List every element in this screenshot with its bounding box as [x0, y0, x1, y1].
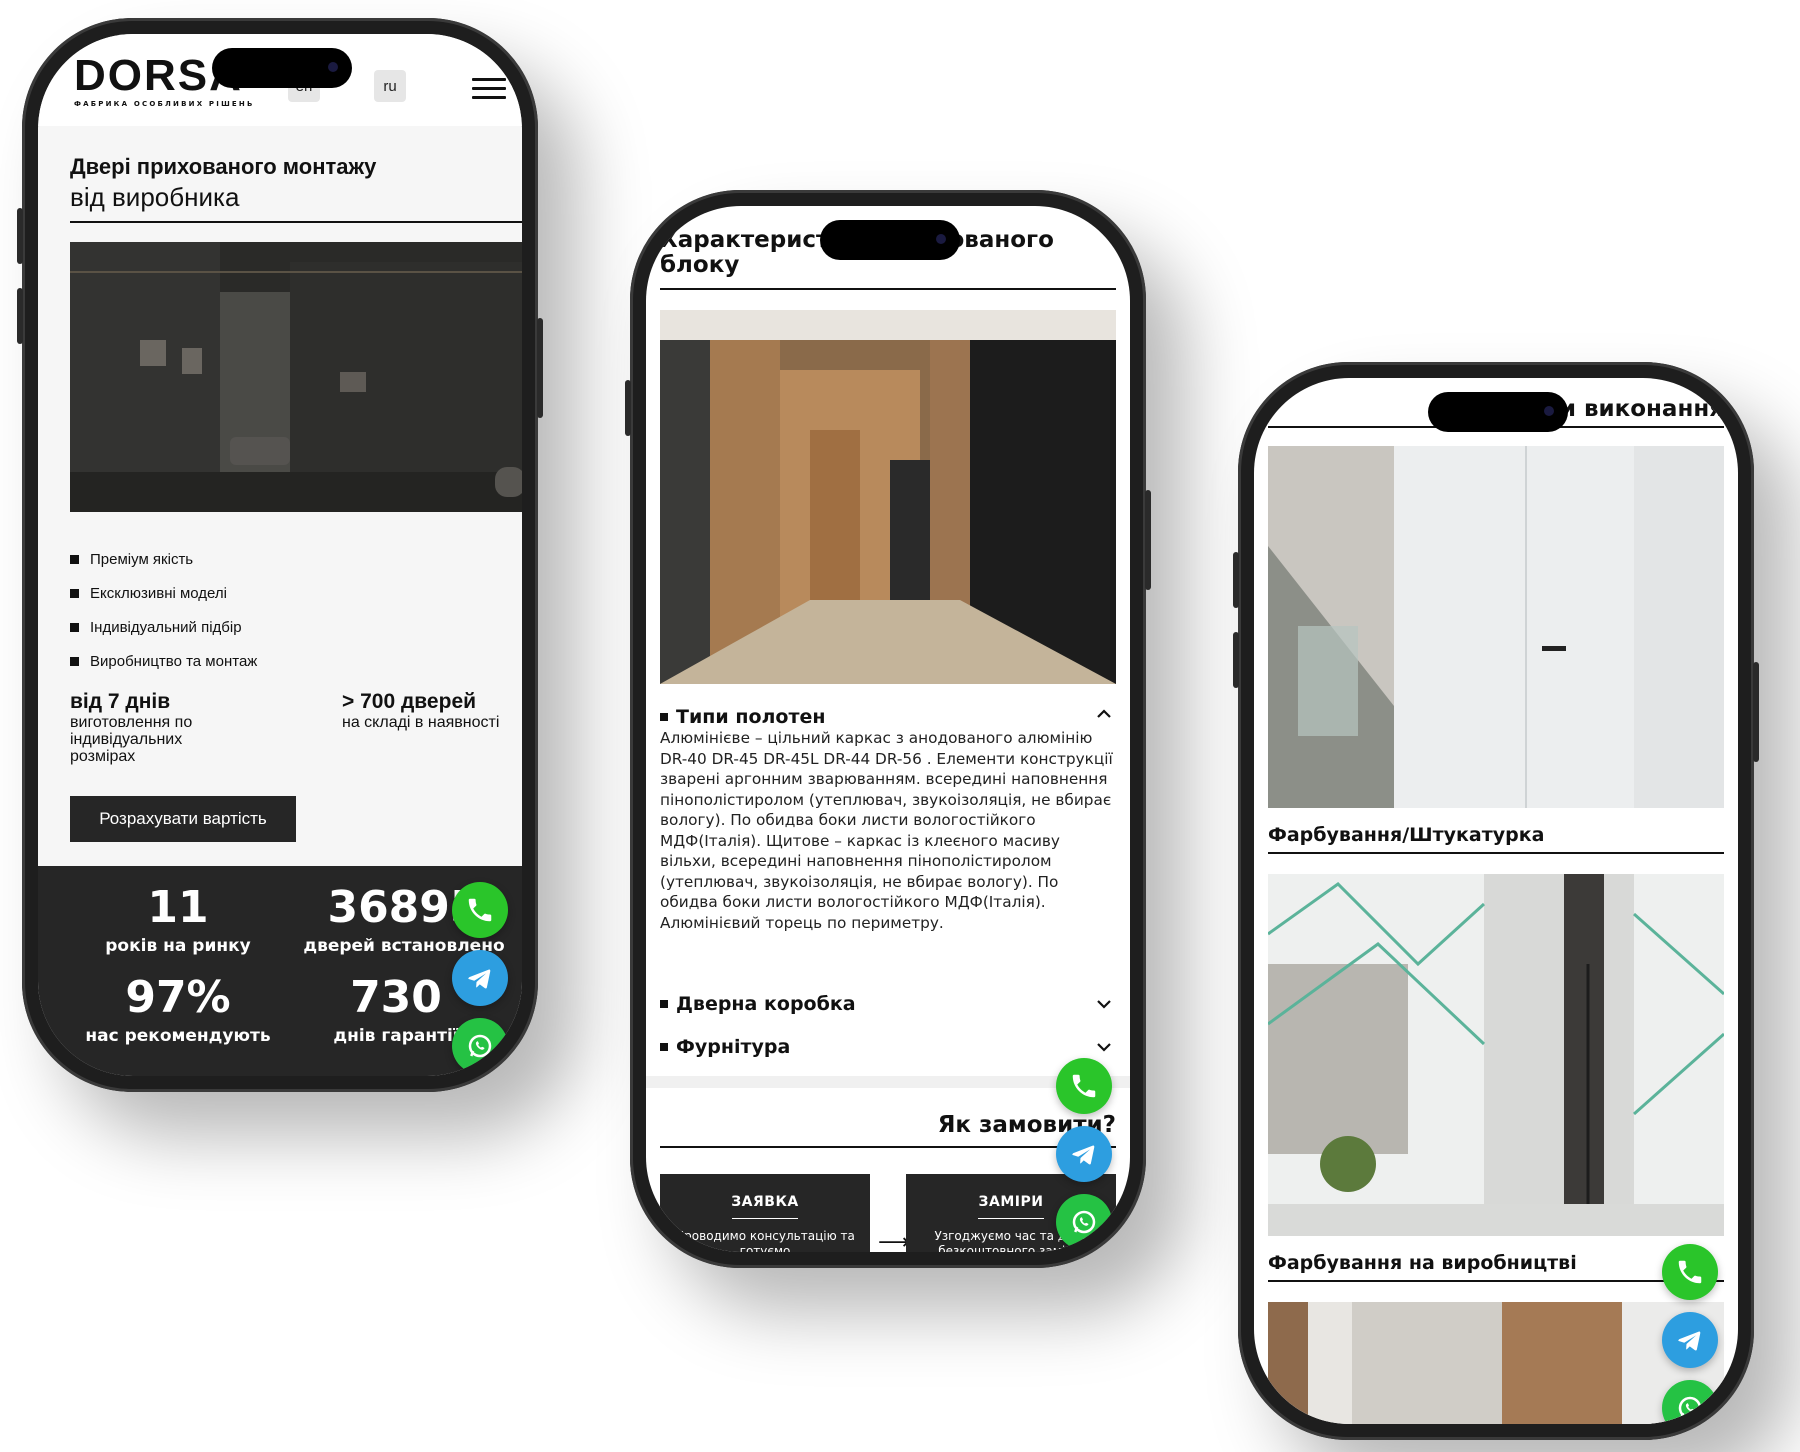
divider	[660, 1146, 1116, 1148]
stat-number: 97%	[125, 972, 231, 1023]
call-button[interactable]	[1662, 1244, 1718, 1300]
divider	[1268, 1280, 1724, 1282]
whatsapp-button[interactable]	[1056, 1194, 1112, 1250]
chevron-down-icon[interactable]	[1096, 996, 1112, 1012]
phone-icon	[468, 898, 492, 922]
hero-subtitle: від виробника	[70, 182, 240, 212]
side-button	[537, 318, 543, 418]
stat-number: 11	[147, 882, 209, 933]
accordion-door-frame-header[interactable]: Дверна коробка	[660, 993, 856, 1015]
telegram-icon	[1072, 1145, 1095, 1165]
call-button[interactable]	[452, 882, 508, 938]
feature-value: > 700 дверей	[342, 690, 477, 713]
side-button	[1233, 552, 1239, 608]
benefit-item: Ексклюзивні моделі	[70, 576, 257, 610]
benefit-item: Індивідуальний підбір	[70, 610, 257, 644]
call-button[interactable]	[1056, 1058, 1112, 1114]
whatsapp-icon	[1072, 1210, 1096, 1234]
accordion-types-content: Алюмінієве – цільний каркас з анодованог…	[660, 729, 1113, 932]
variant-caption: Фарбування/Штукатурка	[1268, 824, 1545, 846]
phone-mockup-left: DORSA ФАБРИКА ОСОБЛИВИХ РІШЕНЬ en ru Две…	[17, 18, 543, 1092]
divider	[70, 221, 522, 223]
telegram-icon	[468, 969, 491, 989]
side-button	[625, 380, 631, 436]
telegram-icon	[1678, 1331, 1701, 1351]
variant-caption: Фарбування на виробництві	[1268, 1252, 1577, 1274]
phone-icon	[1678, 1260, 1702, 1284]
chevron-down-icon[interactable]	[1096, 1039, 1112, 1055]
side-button	[1753, 662, 1759, 762]
calculate-cost-button[interactable]: Розрахувати вартість	[70, 796, 296, 842]
side-button	[17, 208, 23, 264]
telegram-button[interactable]	[1662, 1312, 1718, 1368]
step-request: ЗАЯВКА Проводимо консультацію та готуємо	[660, 1174, 870, 1252]
whatsapp-icon	[1678, 1396, 1702, 1420]
whatsapp-icon	[468, 1034, 492, 1058]
whatsapp-button[interactable]	[452, 1018, 508, 1074]
hero-title: Двері прихованого монтажу	[70, 154, 377, 179]
accordion-types-header[interactable]: Типи полотен	[660, 706, 826, 728]
feature-label: на складі в наявності	[342, 714, 500, 731]
telegram-button[interactable]	[1056, 1126, 1112, 1182]
side-button	[1233, 632, 1239, 688]
divider	[660, 288, 1116, 290]
chevron-up-icon[interactable]	[1096, 706, 1112, 722]
stat-label: років на ринку	[105, 936, 251, 956]
benefits-list: Преміум якість Ексклюзивні моделі Індиві…	[70, 542, 257, 678]
side-button	[1145, 490, 1151, 590]
step-arrow: ⟶	[878, 1230, 910, 1252]
feature-production-time: від 7 днів виготовлення по індивідуальни…	[70, 690, 240, 765]
phone-mockup-center: Характеристики прихованого блоку Типи по…	[625, 190, 1151, 1268]
stats-section: 11 років на ринку 36895 дверей встановле…	[38, 866, 522, 1076]
step-title: ЗАЯВКА	[731, 1194, 799, 1210]
logo-tagline: ФАБРИКА ОСОБЛИВИХ РІШЕНЬ	[74, 100, 255, 108]
telegram-button[interactable]	[452, 950, 508, 1006]
step-description: Проводимо консультацію та готуємо	[675, 1229, 855, 1252]
door-variant-factory-paint-image	[1268, 874, 1724, 1236]
door-variant-plaster-image	[1268, 446, 1724, 808]
phone-mockup-right: Варіанти виконання Фарбування/Штукатурка	[1233, 362, 1759, 1440]
dynamic-island	[1428, 392, 1568, 432]
dynamic-island	[820, 220, 960, 260]
benefit-item: Виробництво та монтаж	[70, 644, 257, 678]
feature-value: від 7 днів	[70, 690, 171, 713]
feature-label: виготовлення по індивідуальних розмірах	[70, 714, 193, 765]
lang-switch-ru[interactable]: ru	[374, 70, 406, 102]
benefit-item: Преміум якість	[70, 542, 257, 576]
side-button	[17, 288, 23, 344]
stat-label: нас рекомендують	[85, 1026, 271, 1046]
feature-stock: > 700 дверей на складі в наявності	[342, 690, 522, 731]
divider	[1268, 852, 1724, 854]
hallway-image	[660, 310, 1116, 684]
accordion-hardware-header[interactable]: Фурнітура	[660, 1036, 790, 1058]
stat-years: 11 років на ринку	[78, 882, 278, 957]
dynamic-island	[212, 48, 352, 88]
door-variant-wood-image	[1268, 1302, 1724, 1424]
phone-icon	[1072, 1074, 1096, 1098]
hero-interior-image	[70, 242, 522, 512]
stat-recommend: 97% нас рекомендують	[58, 972, 298, 1047]
hamburger-menu-icon[interactable]	[472, 78, 506, 105]
